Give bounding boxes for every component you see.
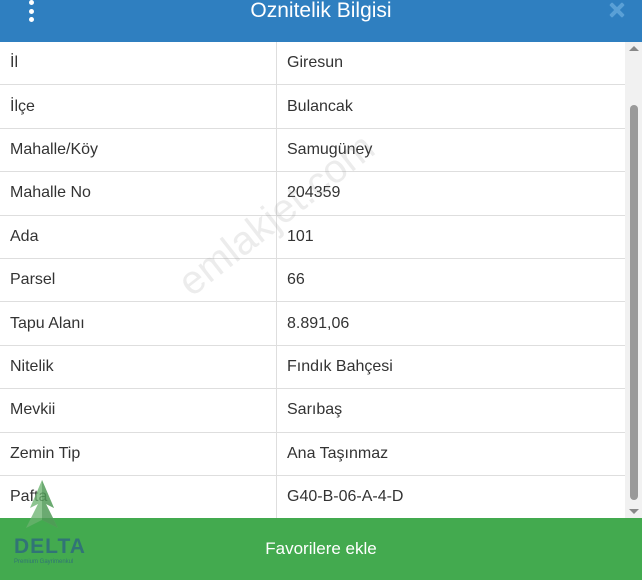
table-row: Tapu Alanı 8.891,06 [0,301,625,346]
attribute-value: 101 [276,215,625,259]
attribute-key: İlçe [0,84,277,129]
attribute-key: Zemin Tip [0,432,277,476]
favorites-button[interactable]: Favorilere ekle [0,518,642,580]
attribute-value: Fındık Bahçesi [276,345,625,390]
attribute-key: İl [0,42,277,86]
logo-subtext: Premium Gayrimenkul [14,559,74,565]
attribute-key: Ada [0,215,277,259]
attribute-value: 8.891,06 [276,301,625,346]
table-row: Mahalle No 204359 [0,171,625,216]
attribute-table: İl Giresun İlçe Bulancak Mahalle/Köy Samugü… [0,42,625,518]
attribute-value: Sarıbaş [276,388,625,433]
attribute-value: Bulancak [276,84,625,129]
delta-logo: DELTA Premium Gayrimenkul [12,478,94,570]
table-row: İlçe Bulancak [0,84,625,129]
table-row: Parsel 66 [0,258,625,303]
table-row: Ada 101 [0,215,625,259]
tree-icon [26,480,58,528]
attribute-value: 66 [276,258,625,303]
dialog-header: Oznitelik Bilgisi [0,0,642,42]
table-row: Mevkii Sarıbaş [0,388,625,433]
close-icon[interactable] [606,0,626,20]
attribute-value: Samugüney [276,128,625,173]
attribute-key: Tapu Alanı [0,301,277,346]
attribute-value: G40-B-06-A-4-D [276,475,625,518]
scrollbar-thumb[interactable] [630,105,638,500]
table-row: İl Giresun [0,42,625,86]
vertical-scrollbar[interactable] [625,42,642,518]
attribute-key: Nitelik [0,345,277,390]
logo-text: DELTA [14,535,86,558]
attribute-key: Mevkii [0,388,277,433]
dialog-title: Oznitelik Bilgisi [250,0,392,22]
favorites-button-label: Favorilere ekle [265,539,377,558]
attribute-key: Mahalle No [0,171,277,216]
attribute-key: Mahalle/Köy [0,128,277,173]
table-row: Zemin Tip Ana Taşınmaz [0,432,625,476]
attribute-key: Parsel [0,258,277,303]
table-row: Mahalle/Köy Samugüney [0,128,625,173]
attribute-value: Giresun [276,42,625,86]
scroll-up-icon[interactable] [629,46,639,51]
table-row: Nitelik Fındık Bahçesi [0,345,625,390]
attribute-value: 204359 [276,171,625,216]
attribute-table-container[interactable]: İl Giresun İlçe Bulancak Mahalle/Köy Samugü… [0,42,625,518]
scroll-down-icon[interactable] [629,509,639,514]
attribute-value: Ana Taşınmaz [276,432,625,476]
